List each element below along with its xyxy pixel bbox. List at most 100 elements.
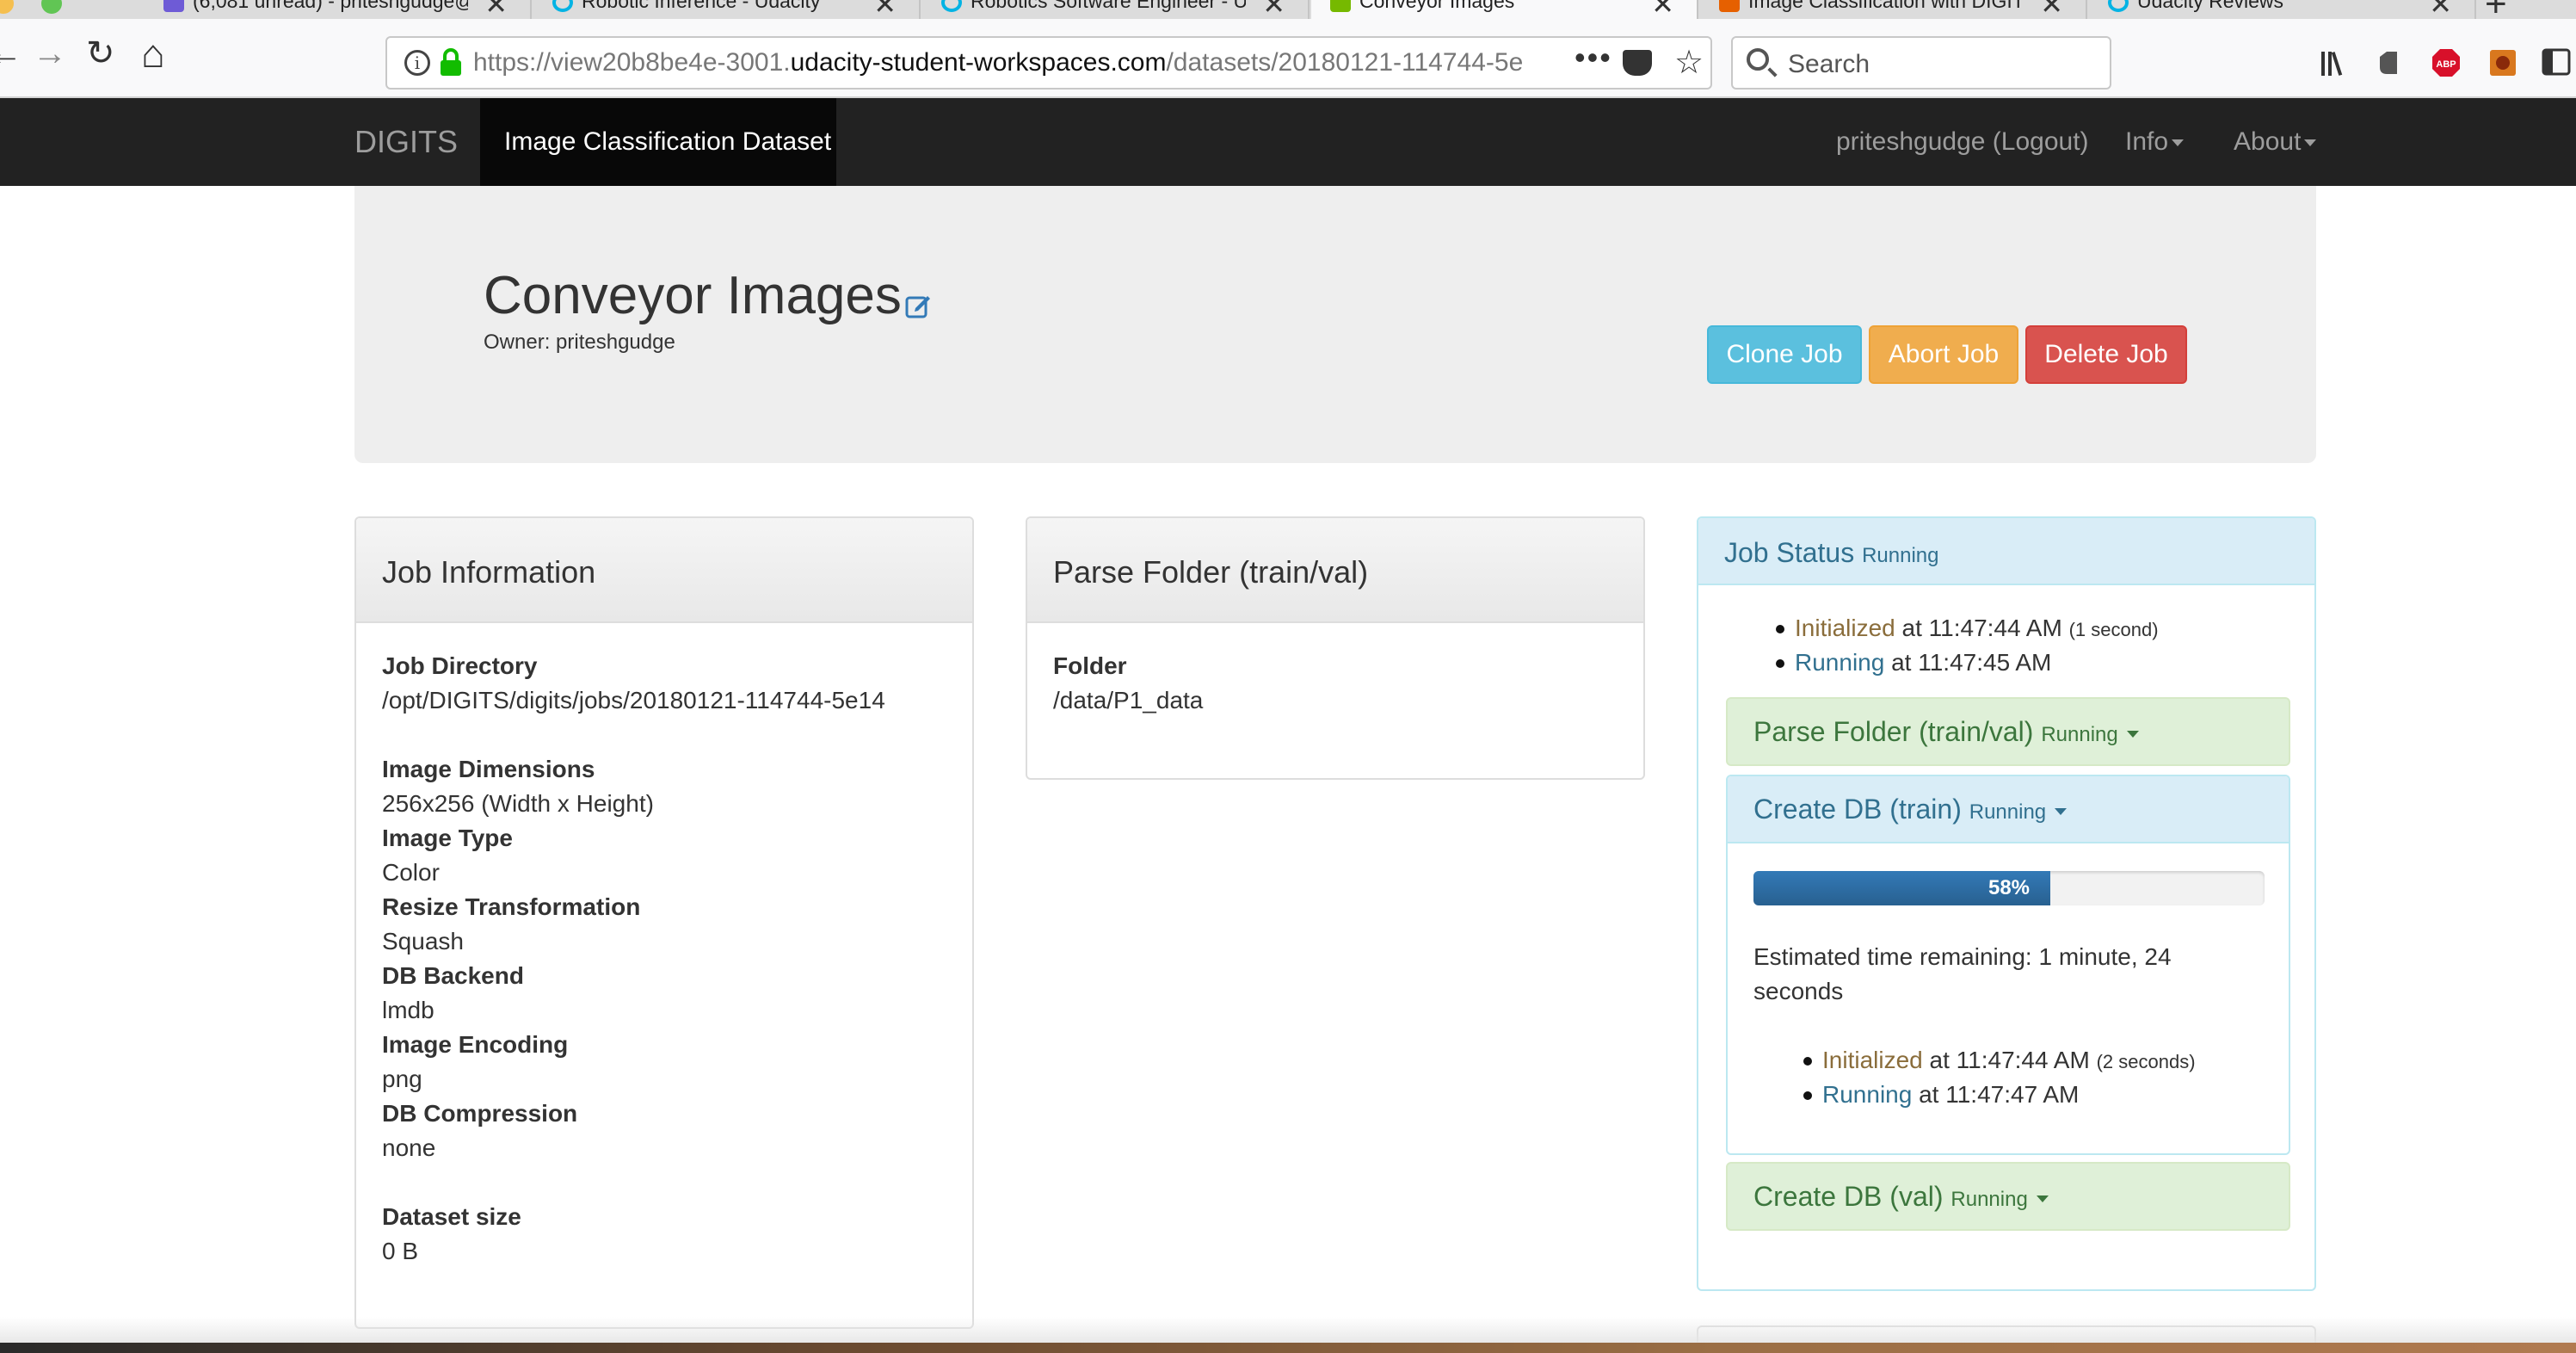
tab-title: Robotics Software Engineer - U bbox=[971, 0, 1246, 12]
field-value-db-compression: none bbox=[382, 1134, 436, 1161]
field-value-resize-transformation: Squash bbox=[382, 928, 464, 955]
browser-tab-mail[interactable]: (6,081 unread) - priteshgudge@ ✕ bbox=[145, 0, 532, 19]
panel-heading: Job Information bbox=[356, 518, 972, 623]
progress-bar: 58% bbox=[1753, 871, 2265, 905]
caret-down-icon bbox=[2036, 1195, 2049, 1202]
caret-down-icon bbox=[2172, 139, 2185, 147]
browser-toolbar: ← → ↻ ⌂ i https://view20b8be4e-3001.udac… bbox=[0, 19, 2576, 98]
task-title: Create DB (train) Running bbox=[1753, 794, 2068, 825]
close-icon[interactable]: ✕ bbox=[1262, 0, 1285, 19]
back-button[interactable]: ← bbox=[0, 36, 22, 71]
tab-title: Conveyor Images bbox=[1359, 0, 1515, 12]
owner-label: Owner: bbox=[484, 331, 551, 354]
task-name: Create DB (val) bbox=[1753, 1181, 1944, 1212]
pocket-icon[interactable] bbox=[1623, 50, 1652, 76]
browser-tab-image-classification[interactable]: Image Classification with DIGIT ✕ bbox=[1700, 0, 2087, 19]
field-value-db-backend: lmdb bbox=[382, 997, 434, 1023]
caret-down-icon bbox=[2304, 139, 2317, 147]
field-value-job-directory: /opt/DIGITS/digits/jobs/20180121-114744-… bbox=[382, 687, 885, 714]
close-icon[interactable]: ✕ bbox=[873, 0, 897, 19]
status-badge: Running bbox=[1969, 800, 2047, 824]
page-actions-icon[interactable]: ••• bbox=[1575, 40, 1612, 76]
browser-tab-robotics-engineer[interactable]: Robotics Software Engineer - U ✕ bbox=[922, 0, 1310, 19]
close-icon[interactable]: ✕ bbox=[484, 0, 508, 19]
task-parse-folder[interactable]: Parse Folder (train/val) Running bbox=[1726, 697, 2290, 766]
job-header: Conveyor Images Owner: priteshgudge Clon… bbox=[354, 186, 2316, 463]
close-icon[interactable]: ✕ bbox=[2429, 0, 2452, 19]
task-create-db-val[interactable]: Create DB (val) Running bbox=[1726, 1162, 2290, 1231]
about-menu-label: About bbox=[2234, 127, 2302, 156]
field-label-job-directory: Job Directory bbox=[382, 652, 538, 679]
evernote-icon[interactable] bbox=[2376, 50, 2402, 77]
lock-icon bbox=[441, 48, 461, 76]
close-icon[interactable]: ✕ bbox=[2040, 0, 2063, 19]
window-zoom-button[interactable] bbox=[41, 0, 62, 14]
field-label-dataset-size: Dataset size bbox=[382, 1203, 521, 1230]
estimated-time-remaining: Estimated time remaining: 1 minute, 24 bbox=[1753, 943, 2172, 970]
caret-down-icon bbox=[2055, 807, 2068, 815]
panel-title: Parse Folder (train/val) bbox=[1053, 554, 1369, 590]
field-label-image-encoding: Image Encoding bbox=[382, 1031, 569, 1058]
edit-icon[interactable] bbox=[905, 293, 931, 318]
info-menu[interactable]: Info bbox=[2125, 127, 2185, 157]
logout-link[interactable]: priteshgudge (Logout) bbox=[1836, 127, 2089, 157]
tab-title: (6,081 unread) - priteshgudge@ bbox=[193, 0, 468, 12]
status-event: Initialized at 11:47:44 AM (1 second) bbox=[1776, 615, 2159, 642]
about-menu[interactable]: About bbox=[2234, 127, 2317, 157]
browser-tab-bar: (6,081 unread) - priteshgudge@ ✕ Robotic… bbox=[0, 0, 2576, 19]
library-icon[interactable] bbox=[2320, 50, 2349, 77]
delete-job-button[interactable]: Delete Job bbox=[2025, 325, 2187, 384]
owner-name: priteshgudge bbox=[556, 331, 675, 354]
abort-job-button[interactable]: Abort Job bbox=[1869, 325, 2018, 384]
home-button[interactable]: ⌂ bbox=[141, 34, 165, 73]
panel-title: Job Information bbox=[382, 554, 596, 590]
address-bar[interactable]: i https://view20b8be4e-3001.udacity-stud… bbox=[385, 36, 1712, 90]
clone-job-button[interactable]: Clone Job bbox=[1707, 325, 1862, 384]
nav-item-label: Image Classification Dataset bbox=[504, 127, 832, 156]
extension-icon[interactable] bbox=[2488, 48, 2517, 77]
field-value-image-encoding: png bbox=[382, 1066, 422, 1092]
sidebar-toggle-icon[interactable] bbox=[2542, 48, 2571, 76]
job-status-panel: Job Status Running Initialized at 11:47:… bbox=[1697, 516, 2316, 1291]
task-event: Initialized at 11:47:44 AM (2 seconds) bbox=[1803, 1047, 2196, 1074]
url-text[interactable]: https://view20b8be4e-3001.udacity-studen… bbox=[473, 48, 1557, 77]
tab-title: Udacity Reviews bbox=[2137, 0, 2283, 12]
digits-brand-link[interactable]: DIGITS bbox=[354, 124, 458, 160]
event-time: at 11:47:44 AM bbox=[1895, 615, 2069, 641]
forward-button[interactable]: → bbox=[33, 36, 67, 71]
desktop-strip bbox=[0, 1343, 2576, 1353]
field-label-db-compression: DB Compression bbox=[382, 1100, 578, 1127]
search-input[interactable]: Search bbox=[1731, 36, 2111, 90]
task-heading[interactable]: Create DB (train) Running bbox=[1728, 776, 2289, 843]
close-icon[interactable]: ✕ bbox=[1651, 0, 1674, 19]
document-icon bbox=[1719, 0, 1740, 12]
info-icon[interactable]: i bbox=[404, 50, 430, 76]
browser-tab-conveyor-images[interactable]: Conveyor Images ✕ bbox=[1311, 0, 1698, 19]
field-value-dataset-size: 0 B bbox=[382, 1238, 419, 1264]
status-event: Running at 11:47:45 AM bbox=[1775, 649, 2051, 676]
event-state: Initialized bbox=[1795, 615, 1895, 641]
task-event: Running at 11:47:47 AM bbox=[1803, 1081, 2079, 1109]
browser-tab-robotic-inference[interactable]: Robotic Inference - Udacity ✕ bbox=[533, 0, 921, 19]
reload-button[interactable]: ↻ bbox=[86, 36, 115, 71]
event-state: Running bbox=[1822, 1081, 1913, 1108]
nav-item-image-classification-dataset[interactable]: Image Classification Dataset bbox=[480, 98, 836, 186]
adblock-icon[interactable]: ABP bbox=[2431, 48, 2461, 77]
new-tab-button[interactable]: + bbox=[2485, 0, 2507, 19]
page-bottom-fade bbox=[0, 1317, 2576, 1343]
udacity-icon bbox=[941, 0, 962, 12]
caret-down-icon bbox=[2126, 730, 2139, 738]
field-value-image-type: Color bbox=[382, 859, 440, 886]
task-title: Parse Folder (train/val) Running bbox=[1753, 716, 2139, 748]
window-minimize-button[interactable] bbox=[0, 0, 14, 14]
task-create-db-train: Create DB (train) Running 58% Estimated … bbox=[1726, 775, 2290, 1155]
bookmark-star-icon[interactable]: ☆ bbox=[1674, 43, 1704, 82]
browser-tab-udacity-reviews[interactable]: Udacity Reviews ✕ bbox=[2089, 0, 2476, 19]
event-state: Running bbox=[1795, 649, 1885, 676]
field-label-db-backend: DB Backend bbox=[382, 962, 524, 989]
field-label-image-type: Image Type bbox=[382, 825, 513, 851]
field-label-folder: Folder bbox=[1053, 652, 1127, 679]
event-state: Initialized bbox=[1822, 1047, 1923, 1073]
search-icon bbox=[1747, 48, 1769, 71]
app-navbar: DIGITS Image Classification Dataset prit… bbox=[0, 98, 2576, 186]
